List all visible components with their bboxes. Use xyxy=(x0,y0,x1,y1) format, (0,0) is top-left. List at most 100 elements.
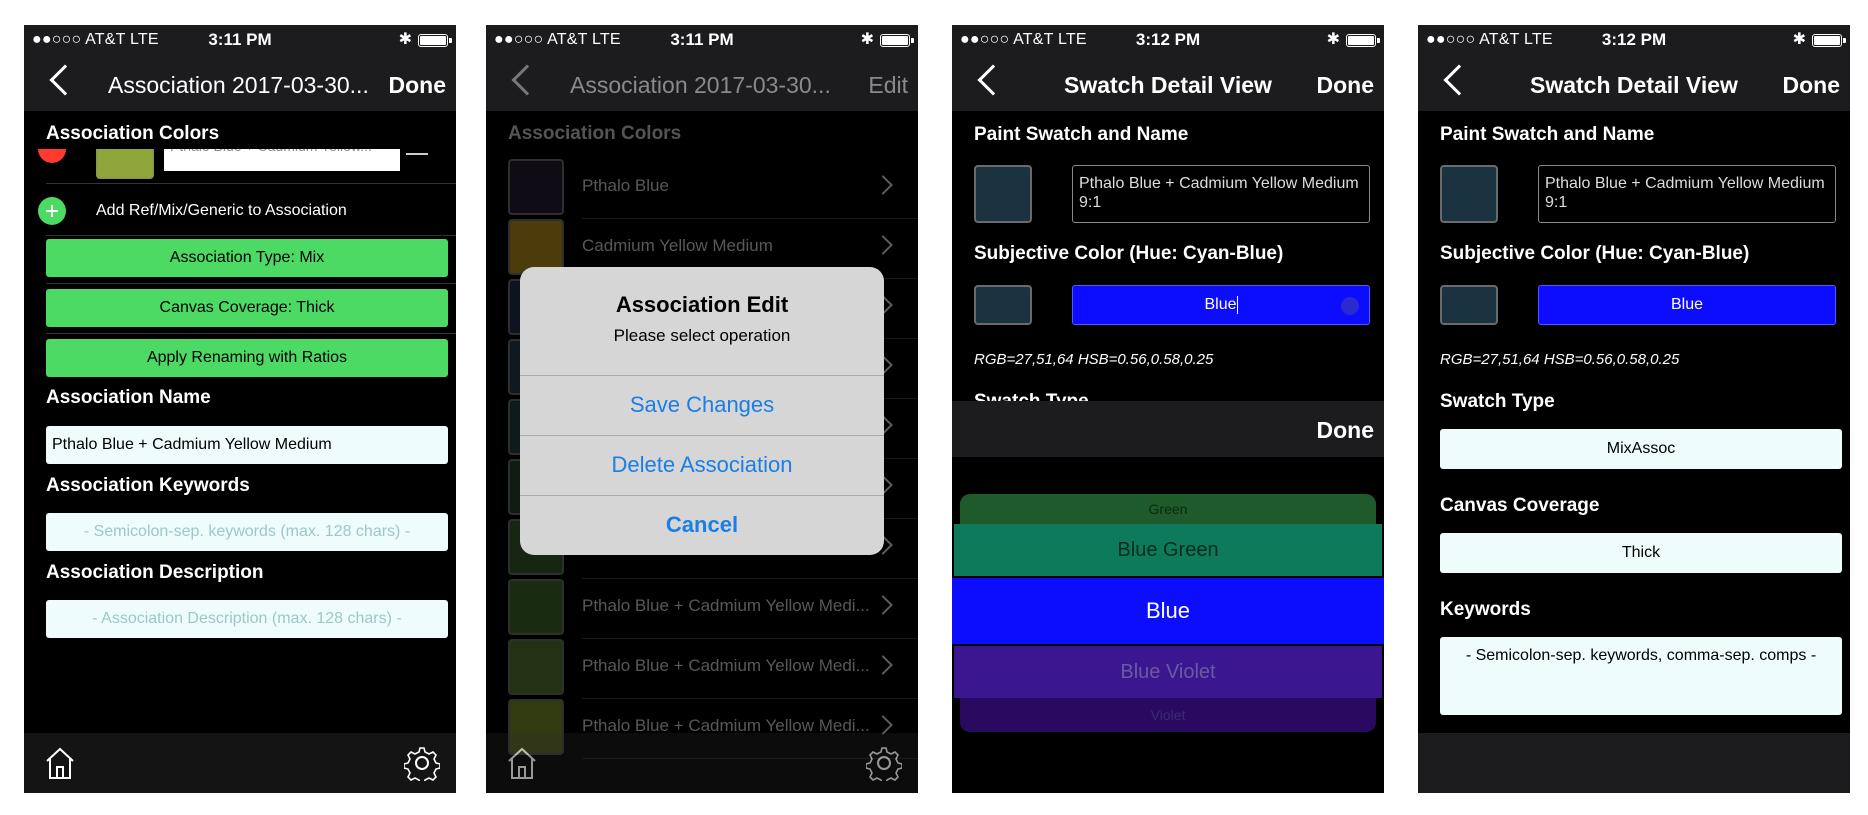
section-swatch-type: Swatch Type xyxy=(974,391,1174,401)
bluetooth-icon: ✱ xyxy=(1792,31,1806,48)
screen-swatch-detail-picker: ●●○○○ AT&T LTE 3:12 PM ✱ Swatch Detail V… xyxy=(952,25,1384,793)
battery-icon xyxy=(880,34,914,47)
alert-title: Association Edit xyxy=(615,292,789,317)
section-association-keywords: Association Keywords xyxy=(46,475,250,496)
divider xyxy=(46,183,456,184)
delete-association-button[interactable]: Delete Association xyxy=(520,435,884,495)
nav-bar: Swatch Detail View Done xyxy=(1418,55,1850,111)
battery-icon xyxy=(418,34,452,47)
list-item-partial[interactable]: Pthalo Blue + Cadmium Yellow... xyxy=(24,149,456,181)
divider xyxy=(46,333,456,334)
paint-swatch[interactable] xyxy=(1440,165,1498,223)
section-association-colors: Association Colors xyxy=(46,123,220,144)
association-edit-alert: Association Edit Please select operation… xyxy=(520,267,884,555)
partial-name-field[interactable]: Pthalo Blue + Cadmium Yellow... xyxy=(164,149,400,171)
drag-handle-icon[interactable] xyxy=(406,153,428,155)
gear-icon[interactable] xyxy=(866,745,902,781)
back-chevron-icon[interactable] xyxy=(511,64,543,96)
nav-title: Association 2017-03-30... xyxy=(570,72,831,98)
tab-bar xyxy=(486,733,918,793)
back-chevron-icon[interactable] xyxy=(977,64,1009,96)
alert-message: Please select operation xyxy=(613,326,791,345)
canvas-coverage-button[interactable]: Canvas Coverage: Thick xyxy=(46,289,448,327)
section-swatch-type-clipped: Swatch Type xyxy=(974,391,1174,401)
section-subjective-color: Subjective Color (Hue: Cyan-Blue) xyxy=(1440,243,1750,264)
bluetooth-icon: ✱ xyxy=(860,31,874,48)
apply-renaming-button[interactable]: Apply Renaming with Ratios xyxy=(46,339,448,377)
color-picker-wheel[interactable]: Green Blue Green Blue Blue Violet Violet xyxy=(952,457,1384,793)
swatch-name-field[interactable]: Pthalo Blue + Cadmium Yellow Medium 9:1 xyxy=(1072,165,1370,223)
nav-bar: Swatch Detail View Done xyxy=(952,55,1384,111)
done-button[interactable]: Done xyxy=(1783,72,1841,99)
screen-swatch-detail: ●●○○○ AT&T LTE 3:12 PM ✱ Swatch Detail V… xyxy=(1418,25,1850,793)
bluetooth-icon: ✱ xyxy=(398,31,412,48)
picker-option[interactable]: Green xyxy=(960,494,1376,524)
screen-association-list: ●●○○○ AT&T LTE 3:11 PM ✱ Association 201… xyxy=(486,25,918,793)
nav-title: Association 2017-03-30... xyxy=(108,72,369,98)
clear-field-icon[interactable] xyxy=(1341,297,1359,315)
picker-toolbar: Done xyxy=(952,401,1384,457)
cancel-button[interactable]: Cancel xyxy=(520,495,884,555)
subjective-color-swatch xyxy=(1440,285,1498,325)
picker-option[interactable]: Blue Violet xyxy=(954,646,1382,698)
picker-option[interactable]: Blue Green xyxy=(954,524,1382,576)
picker-option-selected[interactable]: Blue xyxy=(952,578,1384,644)
picker-option[interactable]: Violet xyxy=(960,698,1376,732)
subjective-color-swatch xyxy=(974,285,1032,325)
done-button[interactable]: Done xyxy=(1317,72,1375,99)
tab-bar xyxy=(24,733,456,793)
section-association-description: Association Description xyxy=(46,562,264,583)
association-type-button[interactable]: Association Type: Mix xyxy=(46,239,448,277)
status-bar: ●●○○○ AT&T LTE 3:12 PM ✱ xyxy=(952,25,1384,55)
gear-icon[interactable] xyxy=(404,745,440,781)
section-swatch-type: Swatch Type xyxy=(1440,391,1555,412)
delete-circle-icon[interactable] xyxy=(38,149,66,163)
tab-bar xyxy=(1418,733,1850,793)
association-description-input[interactable]: - Association Description (max. 128 char… xyxy=(46,600,448,638)
color-swatch xyxy=(96,149,154,179)
status-time: 3:11 PM xyxy=(208,30,272,49)
add-ref-label: Add Ref/Mix/Generic to Association xyxy=(96,202,347,219)
canvas-coverage-field[interactable]: Thick xyxy=(1440,533,1842,573)
home-icon[interactable] xyxy=(44,745,76,781)
battery-icon xyxy=(1812,34,1846,47)
picker-done-button[interactable]: Done xyxy=(1317,417,1375,444)
status-time: 3:11 PM xyxy=(670,30,734,49)
add-ref-row[interactable]: Add Ref/Mix/Generic to Association xyxy=(24,189,456,235)
color-value-text: Blue xyxy=(1204,296,1237,313)
section-association-name: Association Name xyxy=(46,387,211,408)
nav-bar: Association 2017-03-30... Edit xyxy=(486,55,918,111)
subjective-color-input[interactable]: Blue xyxy=(1538,285,1836,325)
swatch-name-field[interactable]: Pthalo Blue + Cadmium Yellow Medium 9:1 xyxy=(1538,165,1836,223)
back-chevron-icon[interactable] xyxy=(1443,64,1475,96)
subjective-color-input[interactable]: Blue xyxy=(1072,285,1370,325)
status-bar: ●●○○○ AT&T LTE 3:11 PM ✱ xyxy=(24,25,456,55)
section-canvas-coverage: Canvas Coverage xyxy=(1440,495,1600,516)
screen-association-edit: ●●○○○ AT&T LTE 3:11 PM ✱ Association 201… xyxy=(24,25,456,793)
back-chevron-icon[interactable] xyxy=(49,64,81,96)
battery-icon xyxy=(1346,34,1380,47)
edit-button[interactable]: Edit xyxy=(868,72,908,99)
home-icon[interactable] xyxy=(506,745,538,781)
status-bar: ●●○○○ AT&T LTE 3:12 PM ✱ xyxy=(1418,25,1850,55)
section-subjective-color: Subjective Color (Hue: Cyan-Blue) xyxy=(974,243,1284,264)
save-changes-button[interactable]: Save Changes xyxy=(520,375,884,435)
status-time: 3:12 PM xyxy=(1601,30,1667,49)
status-time: 3:12 PM xyxy=(1135,30,1201,49)
text-cursor xyxy=(1236,295,1238,314)
section-keywords: Keywords xyxy=(1440,599,1531,620)
divider xyxy=(46,283,456,284)
association-name-input[interactable]: Pthalo Blue + Cadmium Yellow Medium xyxy=(46,426,448,464)
keywords-input[interactable]: - Semicolon-sep. keywords, comma-sep. co… xyxy=(1440,637,1842,715)
bluetooth-icon: ✱ xyxy=(1326,31,1340,48)
nav-bar: Association 2017-03-30... Done xyxy=(24,55,456,111)
add-circle-icon[interactable] xyxy=(38,197,66,225)
rgb-hsb-readout: RGB=27,51,64 HSB=0.56,0.58,0.25 xyxy=(974,351,1214,368)
swatch-type-field[interactable]: MixAssoc xyxy=(1440,429,1842,469)
section-paint-swatch: Paint Swatch and Name xyxy=(974,124,1189,145)
divider xyxy=(46,235,456,236)
done-button[interactable]: Done xyxy=(389,72,447,99)
paint-swatch[interactable] xyxy=(974,165,1032,223)
rgb-hsb-readout: RGB=27,51,64 HSB=0.56,0.58,0.25 xyxy=(1440,351,1680,368)
association-keywords-input[interactable]: - Semicolon-sep. keywords (max. 128 char… xyxy=(46,513,448,551)
